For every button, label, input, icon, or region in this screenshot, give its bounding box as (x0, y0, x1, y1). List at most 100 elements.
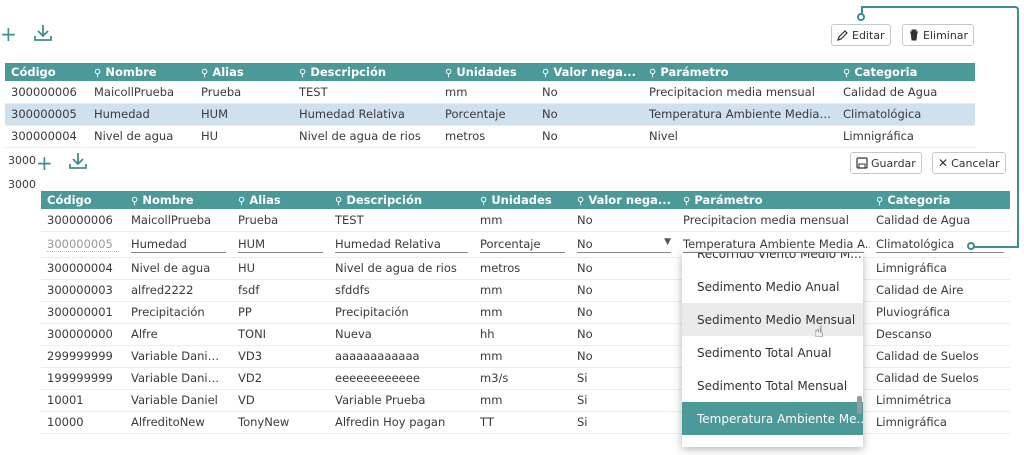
dropdown-option[interactable]: Temperatura Ambiente Me... (682, 402, 863, 435)
cancel-button[interactable]: ✕ Cancelar (932, 152, 1006, 174)
filter-icon[interactable]: ⚲ (299, 68, 306, 79)
filter-icon[interactable]: ⚲ (577, 196, 584, 207)
dropdown-scrollbar[interactable] (857, 396, 862, 414)
column-header[interactable]: ⚲ Nombre (88, 63, 195, 81)
table-cell: mm (474, 345, 571, 368)
parameter-dropdown[interactable]: Recorrido Viento Medio M... Sedimento Med… (682, 253, 863, 447)
column-header[interactable]: ⚲ Valor nega... (571, 191, 677, 209)
alias-input[interactable]: HUM (238, 235, 323, 253)
table-row[interactable]: 300000001 Precipitación PP Precipitación mm N… (41, 301, 1010, 324)
table-cell: Prueba (232, 209, 329, 232)
column-header-label: Nombre (142, 193, 194, 207)
filter-icon[interactable]: ⚲ (335, 196, 342, 207)
filter-icon[interactable]: ⚲ (649, 68, 656, 79)
table-row[interactable]: 199999999 Variable Daniel 2 VD2 eeeeeeeeeee… (41, 367, 1010, 390)
dropdown-option[interactable]: Sedimento Medio Anual (682, 270, 863, 303)
filter-icon[interactable]: ⚲ (480, 196, 487, 207)
edit-cell[interactable]: Humedad Relativa (329, 231, 474, 258)
table-cell: mm (474, 209, 571, 232)
table-row[interactable]: 300000006 MaicollPrueba Prueba TEST mm No Prec… (5, 81, 975, 104)
filter-icon[interactable]: ⚲ (445, 68, 452, 79)
table-cell: Pluviográfica (870, 301, 1010, 324)
dropdown-option[interactable]: Sedimento Medio Mensual (682, 303, 863, 336)
parametro-select[interactable]: Temperatura Ambiente Media A...▲ (683, 235, 870, 253)
table-row[interactable]: 300000004 Nivel de agua HU Nivel de agua de… (41, 257, 1010, 280)
table-cell: Alfre (125, 323, 232, 346)
add-icon[interactable]: + (0, 24, 17, 44)
edit-cell[interactable]: No ▼ (571, 231, 677, 258)
column-header[interactable]: ⚲Código (41, 191, 125, 209)
table-cell: VD2 (232, 367, 329, 390)
edit-cell[interactable]: Humedad (125, 231, 232, 258)
filter-icon[interactable]: ⚲ (542, 68, 549, 79)
column-header[interactable]: ⚲ Valor nega... (536, 63, 643, 81)
save-button[interactable]: Guardar (850, 152, 922, 174)
column-header[interactable]: ⚲ Alias (195, 63, 293, 81)
column-header[interactable]: ⚲ Parámetro (677, 191, 870, 209)
table-cell: Alfredin Hoy pagan (329, 411, 474, 434)
edit-cell: 300000005 (41, 231, 125, 258)
filter-icon[interactable]: ⚲ (94, 68, 101, 79)
column-header[interactable]: ⚲ Categoria (837, 63, 975, 81)
chevron-down-icon[interactable]: ▼ (664, 237, 671, 251)
top-data-table: ⚲Código⚲Nombre⚲Alias⚲Descripción⚲Unidade… (5, 63, 975, 148)
edit-cell[interactable]: HUM (232, 231, 329, 258)
parametro-input[interactable]: Temperatura Ambiente Media A... (683, 237, 870, 251)
table-row[interactable]: 10001 Variable Daniel VD Variable Prueba mm S… (41, 389, 1010, 412)
edit-cell[interactable]: Climatológica (870, 231, 1010, 258)
table-row[interactable]: 300000000 Alfre TONI Nueva hh No Descanso (41, 323, 1010, 346)
column-header[interactable]: ⚲Código (5, 63, 88, 81)
filter-icon[interactable]: ⚲ (238, 196, 245, 207)
add-icon[interactable]: + (36, 153, 53, 173)
code-readonly: 300000005 (47, 237, 119, 252)
nombre-input[interactable]: Humedad (131, 235, 226, 253)
filter-icon[interactable]: ⚲ (201, 68, 208, 79)
valor_negativo-input[interactable]: No (577, 237, 593, 251)
filter-icon[interactable]: ⚲ (843, 68, 850, 79)
table-row[interactable]: 299999999 Variable Daniel 3 VD3 aaaaaaaaaaa… (41, 345, 1010, 368)
unidades-input[interactable]: Porcentaje (480, 235, 565, 253)
table-row[interactable]: 300000003 alfred2222 fsdf sfddfs mm No Calidad… (41, 279, 1010, 302)
column-header[interactable]: ⚲ Nombre (125, 191, 232, 209)
filter-icon[interactable]: ⚲ (131, 196, 138, 207)
column-header[interactable]: ⚲ Descripción (293, 63, 439, 81)
table-cell: Porcentaje (439, 103, 536, 126)
column-header-label: Descripción (346, 193, 423, 207)
table-cell: Precipitación (125, 301, 232, 324)
download-icon[interactable] (68, 151, 88, 174)
column-header-label: Categoria (887, 193, 951, 207)
edit-cell[interactable]: Porcentaje (474, 231, 571, 258)
table-row[interactable]: 10000 AlfreditoNew TonyNew Alfredin Hoy pag… (41, 411, 1010, 434)
column-header[interactable]: ⚲ Parámetro (643, 63, 837, 81)
callout-dot-top (857, 13, 865, 21)
table-row[interactable]: 300000004 Nivel de agua HU Nivel de agua de… (5, 125, 975, 148)
dropdown-option[interactable]: Recorrido Viento Medio M... (682, 253, 863, 270)
edit-row[interactable]: 300000005 Humedad HUM Humedad Relativa Porce… (41, 231, 1010, 258)
descripcion-input[interactable]: Humedad Relativa (335, 235, 468, 253)
table-row[interactable]: 300000005 Humedad HUM Humedad Relativa Porce… (5, 103, 975, 126)
dropdown-option[interactable]: Sedimento Total Anual (682, 336, 863, 369)
valor_negativo-select[interactable]: No ▼ (577, 235, 671, 253)
filter-icon[interactable]: ⚲ (876, 196, 883, 207)
download-icon[interactable] (33, 23, 53, 46)
column-header-label: Código (11, 65, 56, 79)
column-header-label: Descripción (310, 65, 387, 79)
table-row[interactable]: 300000006 MaicollPrueba Prueba TEST mm No Prec… (41, 209, 1010, 232)
table-cell: Calidad de Suelos (870, 345, 1010, 368)
table-cell: Temperatura Ambiente Media Anual (643, 103, 837, 126)
table-cell: alfred2222 (125, 279, 232, 302)
table-cell: HU (195, 125, 293, 148)
table-cell: No (571, 345, 677, 368)
table-cell: TEST (329, 209, 474, 232)
column-header[interactable]: ⚲ Descripción (329, 191, 474, 209)
column-header[interactable]: ⚲ Categoria (870, 191, 1010, 209)
dropdown-option[interactable]: Sedimento Total Mensual (682, 369, 863, 402)
table-cell: metros (474, 257, 571, 280)
table-cell: 300000006 (41, 209, 125, 232)
categoria-input[interactable]: Climatológica (876, 235, 1004, 253)
filter-icon[interactable]: ⚲ (683, 196, 690, 207)
column-header[interactable]: ⚲ Unidades (474, 191, 571, 209)
table-cell: No (536, 81, 643, 104)
column-header[interactable]: ⚲ Alias (232, 191, 329, 209)
column-header[interactable]: ⚲ Unidades (439, 63, 536, 81)
